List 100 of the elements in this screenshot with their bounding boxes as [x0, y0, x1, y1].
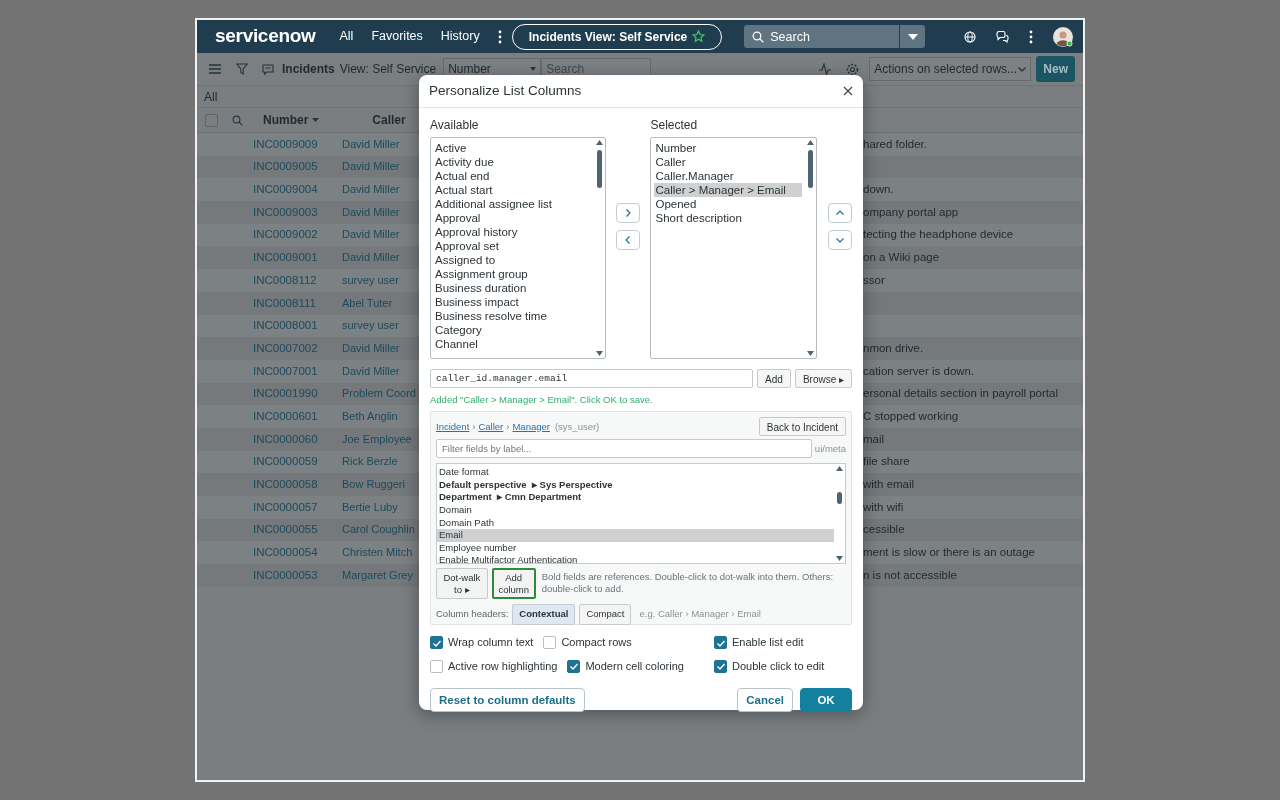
list-option[interactable]: Approval — [434, 211, 592, 225]
table-cell-text: cation server is down. — [863, 363, 975, 379]
list-option[interactable]: Business duration — [434, 281, 592, 295]
settings-icon[interactable] — [846, 62, 860, 76]
checkbox[interactable] — [543, 636, 557, 649]
menu-icon[interactable] — [209, 64, 221, 74]
more-icon[interactable] — [497, 29, 502, 44]
table-cell-text: n is not accessible — [863, 567, 957, 583]
checkbox[interactable] — [714, 636, 727, 649]
checkbox-label[interactable]: Wrap column text — [448, 634, 534, 651]
search-field[interactable]: Search — [744, 25, 900, 48]
sort-icon — [312, 118, 320, 122]
list-option[interactable]: Business impact — [434, 295, 592, 309]
filter-icon[interactable] — [236, 63, 248, 75]
toggle-button[interactable]: Contextual — [512, 604, 576, 625]
list-title: Incidents — [282, 61, 335, 78]
checkbox[interactable] — [714, 659, 727, 673]
star-icon — [692, 30, 706, 43]
list-box[interactable]: Number Caller Caller.Manager Caller > Manager > Email Opened Short description — [650, 137, 817, 359]
list-option[interactable]: Opened — [654, 197, 802, 211]
breadcrumb-link[interactable]: Manager — [512, 419, 550, 434]
list-option[interactable]: Actual end — [434, 169, 592, 183]
example-text: e.g. Caller › Manager › Email — [639, 607, 761, 622]
scrollbar[interactable] — [834, 464, 845, 564]
nav-link[interactable]: All — [339, 27, 354, 46]
chevron-left-icon — [624, 236, 633, 244]
toggle-button[interactable]: Compact — [579, 604, 632, 625]
checkbox-label[interactable]: Active row highlighting — [448, 657, 558, 675]
dot-walk-button[interactable]: Dot-walk to ▸ — [436, 568, 488, 600]
field-option[interactable]: Email — [437, 529, 834, 542]
list-box[interactable] — [430, 137, 607, 359]
add-button[interactable]: Add — [757, 369, 791, 388]
field-option[interactable]: Date format — [437, 466, 834, 479]
checkbox-label[interactable]: Double click to edit — [732, 657, 825, 675]
more-icon[interactable] — [1029, 29, 1033, 44]
filter-field[interactable]: Filter fields by label... — [436, 439, 812, 459]
column-header[interactable]: Number — [263, 111, 309, 129]
list-option[interactable]: Assigned to — [434, 253, 592, 267]
checkbox[interactable] — [430, 659, 443, 673]
list-option[interactable]: Number — [654, 141, 802, 155]
logo[interactable]: servicenow — [215, 22, 316, 51]
close-button[interactable] — [843, 86, 853, 96]
field-option[interactable]: Default perspective ▸ Sys Perspective — [437, 478, 834, 492]
nav-link[interactable]: Favorites — [371, 27, 423, 46]
table-cell-text: cessible — [863, 522, 905, 538]
search-icon[interactable] — [232, 114, 243, 126]
field-option[interactable]: Domain Path — [437, 516, 834, 530]
avatar[interactable] — [1053, 26, 1073, 47]
list-option[interactable]: Caller > Manager > Email — [654, 183, 802, 197]
list-option[interactable]: Assignment group — [434, 267, 592, 281]
checkbox-label[interactable]: Compact rows — [561, 634, 632, 651]
list-option[interactable]: Activity due — [434, 155, 592, 169]
list-option[interactable]: Channel — [434, 337, 592, 351]
actions-select[interactable]: Actions on selected rows... — [869, 57, 1032, 81]
browse-button[interactable]: Browse ▸ — [794, 369, 852, 388]
comment-icon[interactable] — [262, 63, 274, 75]
field-option[interactable]: Department ▸ Cmn Department — [437, 491, 834, 505]
search-scope-dropdown[interactable] — [899, 25, 926, 48]
checkbox[interactable] — [430, 636, 443, 649]
nav-link[interactable]: History — [440, 27, 480, 46]
list-option[interactable]: Short description — [654, 211, 802, 225]
add-column-button[interactable]: Add column — [491, 568, 536, 600]
checkbox-label[interactable]: Modern cell coloring — [585, 657, 684, 675]
back-button[interactable]: Back to Incident — [758, 417, 846, 437]
scrollbar[interactable] — [594, 138, 606, 358]
breadcrumb-link[interactable]: All — [204, 90, 218, 104]
list-option[interactable]: Caller — [654, 155, 802, 169]
field-option[interactable]: Employee number — [437, 541, 834, 555]
breadcrumb-link[interactable]: Caller — [478, 419, 504, 434]
list-option[interactable]: Actual start — [434, 183, 592, 197]
checkbox-label[interactable]: Enable list edit — [732, 634, 804, 651]
list-option[interactable]: Active — [434, 141, 592, 155]
reset-button[interactable]: Reset to column defaults — [430, 688, 585, 713]
list-option[interactable]: Approval set — [434, 239, 592, 253]
pulse-icon[interactable] — [819, 63, 832, 75]
list-option[interactable]: Category — [434, 323, 592, 337]
caret-icon — [530, 67, 537, 71]
table-cell-text: with wifi — [863, 499, 904, 515]
list-option[interactable]: Approval history — [434, 225, 592, 239]
input-field[interactable]: caller_id.manager.email — [430, 369, 754, 388]
field-list[interactable]: Date format Default perspective ▸ Sys Perspective Department ▸ Cmn Department Domain Domain Path Email Employee number Enable Multifactor Authentication — [436, 463, 846, 565]
chevron-up-icon — [836, 209, 844, 217]
status-message: Added "Caller > Manager > Email". Click OK to save. — [430, 393, 654, 407]
option-label: Column headers: — [436, 607, 509, 622]
cancel-button[interactable]: Cancel — [737, 688, 793, 713]
column-header[interactable]: Caller — [372, 111, 406, 129]
list-option[interactable]: Caller.Manager — [654, 169, 802, 183]
new-button[interactable]: New — [1036, 56, 1075, 82]
list-option[interactable]: Business resolve time — [434, 309, 592, 323]
select-all-checkbox[interactable] — [205, 113, 218, 127]
field-option[interactable]: Enable Multifactor Authentication — [437, 554, 834, 564]
field-option[interactable]: Domain — [437, 504, 834, 517]
checkbox[interactable] — [567, 659, 581, 673]
breadcrumb-link[interactable]: Incident — [436, 419, 470, 434]
globe-icon[interactable] — [964, 30, 976, 43]
scrollbar[interactable] — [805, 138, 816, 358]
separator: › — [472, 419, 476, 434]
list-option[interactable]: Additional assignee list — [434, 197, 592, 211]
ok-button[interactable]: OK — [800, 688, 852, 713]
chat-icon[interactable] — [996, 30, 1009, 43]
